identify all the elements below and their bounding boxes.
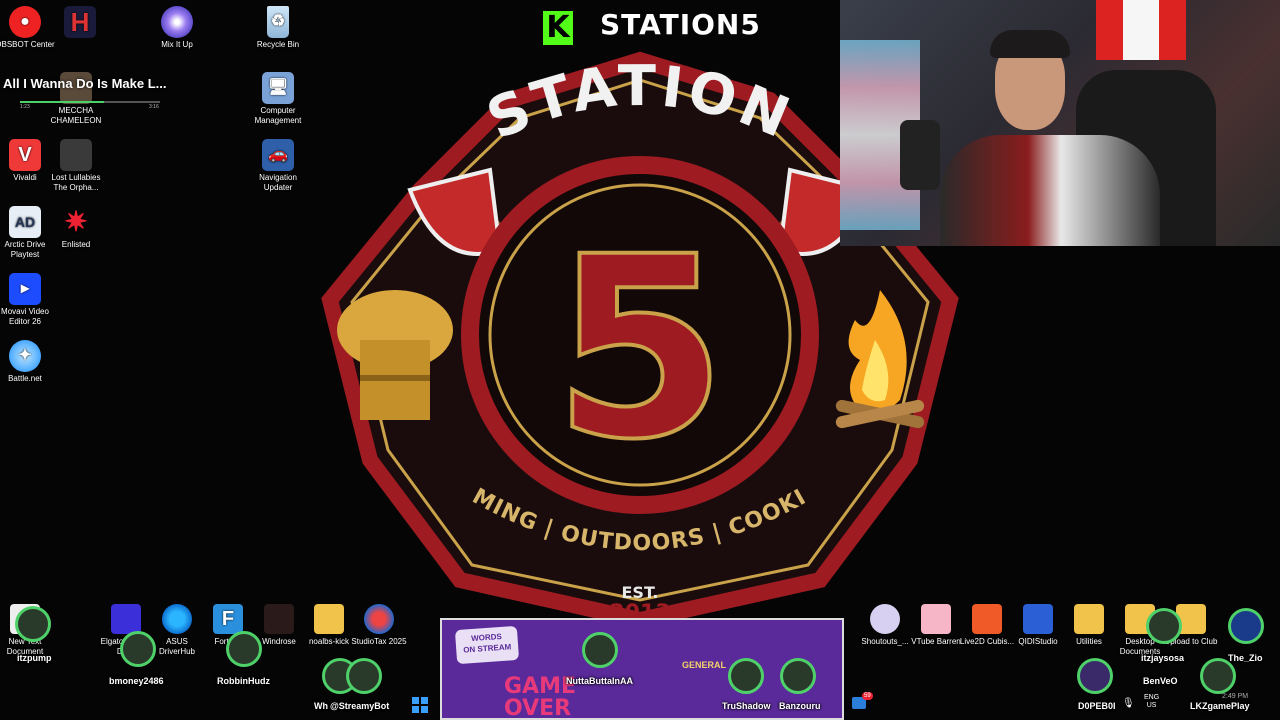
desktop-icon-label: Arctic Drive Playtest — [4, 240, 46, 259]
star-icon: ✷ — [64, 206, 88, 237]
desktop-icon-enlisted[interactable]: ✷ Enlisted — [44, 206, 108, 250]
chat-avatar — [1200, 658, 1236, 694]
desktop-icon-studiotax[interactable]: StudioTax 2025 — [350, 604, 408, 647]
now-playing-progress — [20, 101, 160, 103]
chat-avatar — [346, 658, 382, 694]
desktop-icon-label: Lost Lullabies The Orpha... — [51, 173, 101, 192]
microphone-icon — [900, 120, 940, 190]
chat-avatar — [1077, 658, 1113, 694]
words-on-stream-logo: WORDS ON STREAM — [454, 625, 520, 665]
desktop-icon-label: ASUS DriverHub — [158, 637, 195, 656]
desktop-icon-asus-driverhub[interactable]: ASUS DriverHub — [148, 604, 206, 657]
language-indicator[interactable]: ENG US — [1144, 694, 1159, 710]
desktop-icon-lost-lullabies[interactable]: Lost Lullabies The Orpha... — [44, 139, 108, 193]
desktop-icon-label: Enlisted — [61, 240, 91, 249]
desktop-icon-label: Battle.net — [8, 374, 42, 383]
desktop-icon-qidistudio[interactable]: QIDIStudio — [1009, 604, 1067, 647]
mixitup-icon — [161, 6, 193, 38]
desktop-icon-label: Mix It Up — [161, 40, 193, 49]
region-code: US — [1146, 702, 1157, 709]
desktop-icon-label: Shoutouts_... — [861, 637, 909, 646]
streamer-hair — [990, 30, 1070, 58]
vivaldi-icon: V — [9, 139, 41, 171]
shoutouts-icon — [870, 604, 900, 634]
desktop-icon-label: Computer Management — [254, 106, 302, 125]
folder-icon — [1074, 604, 1104, 634]
live2d-icon — [972, 604, 1002, 634]
windows-start-icon[interactable] — [412, 697, 428, 713]
desktop-icon-label: Live2D Cubis... — [959, 637, 1015, 646]
car-icon: 🚗 — [262, 139, 294, 171]
chat-username: bmoney2486 — [109, 676, 164, 686]
canada-flag — [1096, 0, 1186, 60]
desktop-icon-battlenet[interactable]: ✦ Battle.net — [0, 340, 57, 384]
chat-avatar — [728, 658, 764, 694]
chat-username: itzpump — [17, 653, 52, 663]
arctic-drive-icon: AD — [9, 206, 41, 238]
desktop-icon-label: VTube Barren — [911, 637, 961, 646]
chat-username: itzjaysosa — [1141, 653, 1185, 663]
chat-avatar — [1228, 608, 1264, 644]
desktop-icon-movavi[interactable]: ▸ Movavi Video Editor 26 — [0, 273, 57, 327]
desktop-icon-label: noalbs-kick — [308, 637, 349, 646]
movavi-icon: ▸ — [9, 273, 41, 305]
webcam-feed — [840, 0, 1280, 246]
windrose-icon — [264, 604, 294, 634]
logo-est: EST. — [621, 583, 658, 602]
fortnite-icon: F — [213, 604, 243, 634]
lost-lullabies-icon — [60, 139, 92, 171]
chat-avatar — [780, 658, 816, 694]
chat-username: NuttaButtaInAA — [566, 676, 633, 686]
grid-icon — [111, 604, 141, 634]
microphone-tray-icon[interactable]: 🎙 — [1122, 698, 1135, 709]
desktop-icon-label: MECCHA CHAMELEON — [50, 106, 102, 125]
battlenet-icon: ✦ — [9, 340, 41, 372]
chat-username: The_Zio — [1228, 653, 1263, 663]
streamer-shirt — [940, 135, 1160, 246]
now-playing-elapsed: 1:23 — [20, 104, 30, 110]
desktop-icon-label: Windrose — [262, 637, 296, 646]
chat-username: BenVeO — [1143, 676, 1178, 686]
recycle-bin-icon: ♻ — [267, 6, 289, 38]
obsbot-icon: ● — [9, 6, 41, 38]
game-category: GENERAL — [682, 660, 727, 670]
desktop-icon-shoutouts[interactable]: Shoutouts_... — [856, 604, 914, 647]
chat-avatar — [120, 631, 156, 667]
desktop-icon-label: OBSBOT Center — [0, 40, 55, 49]
studiotax-icon — [364, 604, 394, 634]
logo-number: 5 — [553, 203, 727, 494]
desktop-icon-mixitup[interactable]: Mix It Up — [145, 6, 209, 50]
now-playing-title: All I Wanna Do Is Make L... — [3, 76, 167, 91]
chat-avatar — [226, 631, 262, 667]
gear-icon — [162, 604, 192, 634]
desktop-icon-label: QIDIStudio — [1018, 637, 1058, 646]
desktop-icon-live2d[interactable]: Live2D Cubis... — [958, 604, 1016, 647]
desktop-icon-label: Utilities — [1076, 637, 1102, 646]
stream-title: STATION5 — [600, 8, 761, 41]
now-playing-progress-fill — [20, 101, 104, 103]
desktop-icon-label: Vivaldi — [13, 173, 37, 182]
chat-username: RobbinHudz — [217, 676, 270, 686]
desktop-icon-label: Recycle Bin — [256, 40, 300, 49]
desktop-icon-label: Navigation Updater — [259, 173, 297, 192]
chat-avatar — [1146, 608, 1182, 644]
clock[interactable]: 2:49 PM — [1222, 693, 1248, 701]
desktop-icon-label: StudioTax 2025 — [351, 637, 407, 646]
desktop-icon-utilities[interactable]: Utilities — [1060, 604, 1118, 647]
desktop-icon-hitfilm[interactable]: H — [48, 6, 112, 40]
desktop-icon-vtube[interactable]: VTube Barren — [907, 604, 965, 647]
now-playing-duration: 3:16 — [149, 104, 159, 110]
chat-avatar — [582, 632, 618, 668]
vtube-icon — [921, 604, 951, 634]
taskbar — [0, 690, 1280, 720]
chat-avatar — [15, 606, 51, 642]
desktop-icon-label: Movavi Video Editor 26 — [1, 307, 49, 326]
language-code: ENG — [1144, 694, 1160, 701]
qidistudio-icon — [1023, 604, 1053, 634]
computer-management-icon: 🖥 — [262, 72, 294, 104]
notification-badge: 59 — [862, 692, 873, 700]
folder-icon — [314, 604, 344, 634]
h-logo-icon: H — [64, 6, 96, 38]
